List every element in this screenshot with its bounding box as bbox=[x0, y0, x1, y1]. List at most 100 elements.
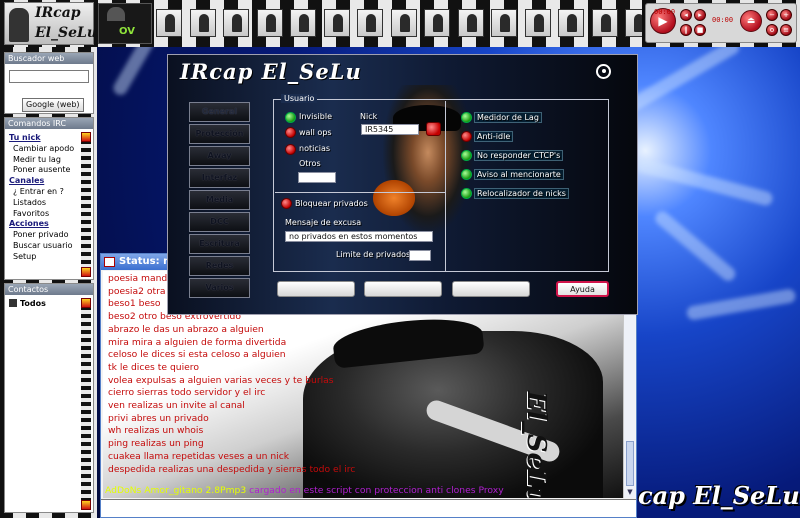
contacts-scrollbar[interactable] bbox=[81, 298, 91, 510]
cmd-set-away[interactable]: Poner ausente bbox=[9, 165, 79, 176]
artist-thumbnail[interactable] bbox=[189, 9, 216, 37]
artist-thumbnail[interactable] bbox=[491, 9, 517, 37]
nick-relocator-checkbox[interactable] bbox=[461, 188, 472, 199]
web-search-title: Buscador web bbox=[5, 53, 93, 64]
prev-button[interactable]: ◂ bbox=[680, 9, 692, 21]
status-command-input[interactable] bbox=[101, 499, 636, 517]
contacts-panel: Contactos Todos bbox=[4, 283, 94, 513]
lag-meter-checkbox[interactable] bbox=[461, 112, 472, 123]
artist-thumbnail[interactable] bbox=[390, 9, 417, 37]
dialog-button-1[interactable] bbox=[277, 281, 355, 297]
cmd-heading-actions[interactable]: Acciones bbox=[9, 219, 79, 230]
artist-thumbnail[interactable] bbox=[223, 9, 249, 37]
volume-up-button[interactable]: + bbox=[780, 9, 792, 21]
scroll-down-arrow-icon[interactable]: ▼ bbox=[625, 488, 635, 497]
cmd-setup[interactable]: Setup bbox=[9, 252, 79, 263]
web-search-input[interactable] bbox=[9, 70, 89, 83]
scroll-thumb[interactable] bbox=[626, 441, 634, 486]
artist-thumbnail[interactable] bbox=[323, 9, 350, 37]
volume-down-button[interactable]: − bbox=[766, 9, 778, 21]
stop-button[interactable]: ■ bbox=[694, 24, 706, 36]
noticias-label: noticias bbox=[299, 144, 331, 153]
eject-button[interactable]: ⏏ bbox=[740, 10, 762, 32]
anti-idle-checkbox[interactable] bbox=[461, 131, 472, 142]
invisible-checkbox[interactable] bbox=[285, 112, 296, 123]
artist-thumbnail[interactable] bbox=[591, 9, 618, 37]
expand-icon bbox=[9, 299, 17, 307]
cmd-heading-nick[interactable]: Tu nick bbox=[9, 133, 79, 144]
tab-interfaz[interactable]: Interfaz bbox=[189, 168, 250, 188]
search-icon[interactable]: o bbox=[766, 24, 778, 36]
artist-thumbnail[interactable] bbox=[524, 9, 551, 37]
photo-logo: El_SeLu bbox=[521, 391, 551, 498]
scroll-up-arrow-icon[interactable] bbox=[81, 132, 91, 142]
app-logo: IRcap El_SeLu bbox=[4, 2, 97, 45]
dialog-title: IRcap El_SeLu bbox=[180, 59, 362, 84]
artist-thumbnail[interactable] bbox=[357, 9, 383, 37]
block-private-checkbox[interactable] bbox=[281, 198, 292, 209]
tab-general[interactable]: General bbox=[189, 102, 250, 122]
dialog-button-2[interactable] bbox=[364, 281, 442, 297]
dialog-tabs: General Protección Away Interfaz Media D… bbox=[189, 102, 250, 300]
cmd-open-private[interactable]: Poner privado bbox=[9, 230, 79, 241]
limit-field[interactable] bbox=[409, 250, 431, 261]
tab-redes[interactable]: Redes bbox=[189, 256, 250, 276]
artist-thumbnail[interactable] bbox=[156, 9, 182, 37]
hat-icon bbox=[107, 7, 125, 21]
message-line: ping realizas un ping bbox=[108, 438, 204, 450]
top-toolbar: IRcap El_SeLu OV ▶ 00:00 ◂ ▸ ‖ ■ 00:00 ⏏… bbox=[0, 0, 800, 47]
cmd-find-user[interactable]: Buscar usuario bbox=[9, 241, 79, 252]
help-button[interactable]: Ayuda bbox=[556, 281, 609, 297]
block-private-label: Bloquear privados bbox=[295, 199, 368, 208]
cmd-list[interactable]: Listados bbox=[9, 198, 79, 209]
irc-commands-scrollbar[interactable] bbox=[81, 132, 91, 277]
desktop-logo: cap El_SeLu bbox=[638, 481, 800, 510]
tab-varios[interactable]: Varios bbox=[189, 278, 250, 298]
artist-thumbnail[interactable] bbox=[424, 9, 450, 37]
artist-thumbnail[interactable] bbox=[558, 9, 584, 37]
close-icon[interactable] bbox=[596, 64, 611, 79]
scroll-down-arrow-icon[interactable] bbox=[81, 500, 91, 510]
nick-field[interactable]: IR5345 bbox=[361, 124, 419, 135]
cmd-favorites[interactable]: Favoritos bbox=[9, 209, 79, 220]
mention-alert-checkbox[interactable] bbox=[461, 169, 472, 180]
irc-commands-panel: Comandos IRC Tu nick Cambiar apodo Medir… bbox=[4, 117, 94, 280]
otros-field[interactable] bbox=[298, 172, 336, 183]
cmd-heading-channels[interactable]: Canales bbox=[9, 176, 79, 187]
pause-button[interactable]: ‖ bbox=[680, 24, 692, 36]
artist-thumbnail[interactable] bbox=[290, 9, 316, 37]
cmd-join-channel[interactable]: ¿ Entrar en ? bbox=[9, 187, 79, 198]
brand-line1: IRcap bbox=[35, 5, 81, 21]
menu-icon[interactable]: ≡ bbox=[780, 24, 792, 36]
contacts-group-all[interactable]: Todos bbox=[9, 299, 46, 308]
artist-thumbnail[interactable] bbox=[457, 9, 484, 37]
message-line: cuakea llama repetidas veses a un nick bbox=[108, 450, 290, 462]
scroll-up-arrow-icon[interactable] bbox=[81, 298, 91, 308]
tab-media[interactable]: Media bbox=[189, 190, 250, 210]
google-search-button[interactable]: Google (web) bbox=[22, 98, 84, 112]
dialog-button-3[interactable] bbox=[452, 281, 530, 297]
no-ctcp-checkbox[interactable] bbox=[461, 150, 472, 161]
ov-badge[interactable]: OV bbox=[98, 3, 152, 44]
artist-thumbnail[interactable] bbox=[256, 9, 283, 37]
tab-escritura[interactable]: Escritura bbox=[189, 234, 250, 254]
scroll-down-arrow-icon[interactable] bbox=[81, 267, 91, 277]
left-sidebar: Buscador web Google (web) Comandos IRC T… bbox=[0, 47, 97, 518]
noticias-checkbox[interactable] bbox=[285, 144, 296, 155]
cmd-measure-lag[interactable]: Medir tu lag bbox=[9, 155, 79, 166]
cmd-change-nick[interactable]: Cambiar apodo bbox=[9, 144, 79, 155]
excuse-field[interactable]: no privados en estos momentos bbox=[285, 231, 433, 242]
tab-proteccion[interactable]: Protección bbox=[189, 124, 250, 144]
next-button[interactable]: ▸ bbox=[694, 9, 706, 21]
wallops-label: wall ops bbox=[299, 128, 332, 137]
message-line: ven realizas un invite al canal bbox=[108, 400, 245, 412]
tab-away[interactable]: Away bbox=[189, 146, 250, 166]
web-search-panel: Buscador web Google (web) bbox=[4, 52, 94, 114]
nick-apply-button[interactable] bbox=[426, 122, 441, 136]
tab-dcc[interactable]: DCC bbox=[189, 212, 250, 232]
message-line: tk le dices te quiero bbox=[108, 361, 199, 373]
window-icon bbox=[104, 257, 115, 267]
contacts-title: Contactos bbox=[5, 284, 93, 295]
user-group-label: Usuario bbox=[281, 94, 318, 103]
wallops-checkbox[interactable] bbox=[285, 127, 296, 138]
